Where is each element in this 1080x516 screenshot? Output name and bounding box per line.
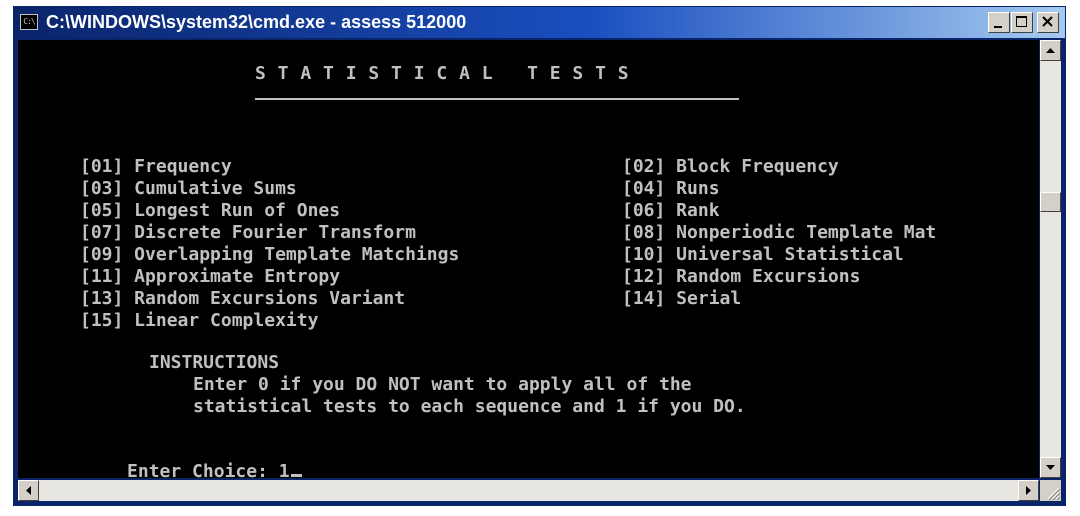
test-item: [15] Linear Complexity: [80, 310, 319, 331]
test-item: [08] Nonperiodic Template Mat: [622, 222, 937, 243]
scroll-left-button[interactable]: [18, 480, 39, 501]
test-item: [14] Serial: [622, 288, 742, 309]
minimize-icon: [994, 26, 1002, 28]
horizontal-scrollbar[interactable]: [18, 480, 1039, 501]
minimize-button[interactable]: [988, 12, 1010, 33]
text-cursor: [290, 474, 302, 477]
test-item: [04] Runs: [622, 178, 720, 199]
arrow-right-icon: [1026, 486, 1031, 495]
scroll-up-button[interactable]: [1040, 40, 1061, 61]
test-item: [02] Block Frequency: [622, 156, 839, 177]
title-bar[interactable]: C:\ C:\WINDOWS\system32\cmd.exe - assess…: [14, 7, 1065, 38]
heading-underline: [255, 98, 739, 100]
test-item: [13] Random Excursions Variant: [80, 288, 406, 309]
test-item: [12] Random Excursions: [622, 266, 861, 287]
maximize-button[interactable]: [1011, 12, 1033, 33]
test-item: [09] Overlapping Template Matchings: [80, 244, 460, 265]
instructions-title: INSTRUCTIONS: [149, 352, 280, 373]
maximize-icon: [1016, 16, 1027, 27]
test-item: [07] Discrete Fourier Transform: [80, 222, 416, 243]
arrow-up-icon: [1046, 48, 1055, 53]
prompt-line[interactable]: Enter Choice: 1: [62, 439, 302, 478]
vertical-scroll-thumb[interactable]: [1040, 192, 1061, 212]
vertical-scrollbar[interactable]: [1040, 40, 1061, 478]
test-item: [01] Frequency: [80, 156, 232, 177]
cmd-icon[interactable]: C:\: [20, 14, 38, 30]
prompt-text: Enter Choice: 1: [127, 461, 290, 478]
test-item: [10] Universal Statistical: [622, 244, 904, 265]
console-output[interactable]: S T A T I S T I C A L T E S T S [01] Fre…: [18, 40, 1039, 478]
close-button[interactable]: [1037, 12, 1059, 33]
window-title: C:\WINDOWS\system32\cmd.exe - assess 512…: [46, 12, 467, 32]
resize-grip-icon: [1047, 487, 1061, 501]
cmd-window: C:\ C:\WINDOWS\system32\cmd.exe - assess…: [13, 6, 1066, 506]
arrow-left-icon: [26, 486, 31, 495]
test-item: [06] Rank: [622, 200, 720, 221]
close-icon: [1042, 16, 1053, 27]
instructions-line-1: Enter 0 if you DO NOT want to apply all …: [193, 374, 692, 395]
resize-grip[interactable]: [1040, 480, 1061, 501]
arrow-down-icon: [1046, 465, 1055, 470]
scroll-down-button[interactable]: [1040, 457, 1061, 478]
test-item: [11] Approximate Entropy: [80, 266, 341, 287]
console-heading: S T A T I S T I C A L T E S T S: [255, 63, 630, 84]
test-item: [05] Longest Run of Ones: [80, 200, 341, 221]
instructions-line-2: statistical tests to each sequence and 1…: [193, 396, 746, 417]
scroll-right-button[interactable]: [1018, 480, 1039, 501]
test-item: [03] Cumulative Sums: [80, 178, 297, 199]
